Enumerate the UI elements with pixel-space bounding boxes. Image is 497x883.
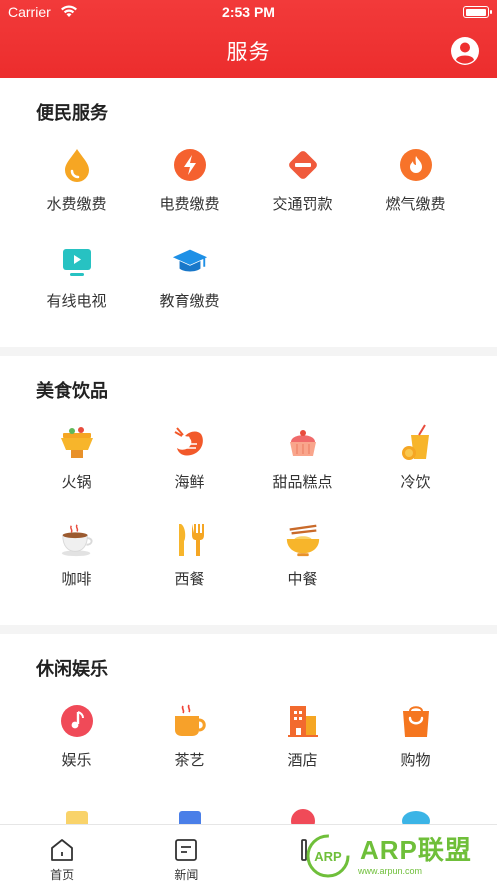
partial-icon bbox=[284, 799, 322, 824]
hotpot-icon bbox=[58, 424, 96, 462]
coffee-icon bbox=[58, 521, 96, 559]
leisure-item-partial[interactable] bbox=[359, 791, 472, 824]
item-label: 教育缴费 bbox=[159, 292, 220, 310]
leisure-entertainment[interactable]: 娱乐 bbox=[20, 694, 133, 791]
food-seafood[interactable]: 海鲜 bbox=[133, 416, 246, 513]
service-education-fee[interactable]: 教育缴费 bbox=[133, 235, 246, 332]
watermark-badge: ARP bbox=[314, 849, 342, 864]
item-label: 交通罚款 bbox=[272, 195, 333, 213]
tab-label: 新闻 bbox=[174, 868, 199, 882]
service-traffic-fine[interactable]: 交通罚款 bbox=[246, 138, 359, 235]
tv-icon bbox=[58, 243, 96, 281]
service-cable-tv[interactable]: 有线电视 bbox=[20, 235, 133, 332]
lightning-icon bbox=[171, 146, 209, 184]
service-electric-bill[interactable]: 电费缴费 bbox=[133, 138, 246, 235]
graduation-cap-icon bbox=[171, 243, 209, 281]
clock: 2:53 PM bbox=[222, 4, 275, 20]
tab-label: 首页 bbox=[50, 868, 75, 882]
partial-icon bbox=[58, 799, 96, 824]
cold-drink-icon bbox=[397, 424, 435, 462]
tea-cup-icon bbox=[171, 702, 209, 740]
hotel-icon bbox=[284, 702, 322, 740]
page-title: 服务 bbox=[226, 40, 271, 64]
watermark-url: www.arpun.com bbox=[358, 866, 423, 876]
fork-knife-icon bbox=[171, 521, 209, 559]
service-screen: { "status": { "carrier": "Carrier", "tim… bbox=[0, 0, 497, 883]
shrimp-icon bbox=[171, 424, 209, 462]
traffic-sign-icon bbox=[284, 146, 322, 184]
item-label: 电费缴费 bbox=[159, 195, 220, 213]
service-water-bill[interactable]: 水费缴费 bbox=[20, 138, 133, 235]
food-western[interactable]: 西餐 bbox=[133, 513, 246, 610]
food-coffee[interactable]: 咖啡 bbox=[20, 513, 133, 610]
section-title: 休闲娱乐 bbox=[36, 659, 108, 680]
water-drop-icon bbox=[58, 146, 96, 184]
item-label: 冷饮 bbox=[400, 473, 431, 491]
partial-icon bbox=[171, 799, 209, 824]
item-label: 酒店 bbox=[287, 751, 318, 769]
watermark-text: ARP联盟 bbox=[360, 835, 472, 865]
leisure-tea[interactable]: 茶艺 bbox=[133, 694, 246, 791]
flame-icon bbox=[397, 146, 435, 184]
item-label: 甜品糕点 bbox=[272, 473, 333, 491]
item-label: 燃气缴费 bbox=[385, 195, 446, 213]
leisure-item-partial[interactable] bbox=[20, 791, 133, 824]
tab-home[interactable]: 首页 bbox=[0, 825, 124, 883]
section-title: 便民服务 bbox=[36, 103, 108, 124]
item-label: 中餐 bbox=[287, 570, 318, 588]
item-label: 火锅 bbox=[61, 473, 92, 491]
service-content[interactable]: 便民服务 水费缴费 电费缴费 交通罚款 燃气缴费 有线电视 教育缴费 美食饮品 … bbox=[0, 78, 497, 824]
item-label: 娱乐 bbox=[61, 751, 92, 769]
item-label: 咖啡 bbox=[61, 570, 92, 588]
service-gas-bill[interactable]: 燃气缴费 bbox=[359, 138, 472, 235]
cupcake-icon bbox=[284, 424, 322, 462]
section-leisure: 休闲娱乐 娱乐 茶艺 酒店 购物 bbox=[0, 634, 497, 824]
partial-icon bbox=[397, 799, 435, 824]
tab-news[interactable]: 新闻 bbox=[124, 825, 248, 883]
food-cold-drink[interactable]: 冷饮 bbox=[359, 416, 472, 513]
battery-icon bbox=[463, 6, 492, 18]
leisure-item-partial[interactable] bbox=[133, 791, 246, 824]
item-label: 水费缴费 bbox=[46, 195, 107, 213]
home-icon bbox=[51, 839, 74, 861]
status-bar: Carrier 2:53 PM bbox=[0, 0, 497, 26]
item-label: 西餐 bbox=[174, 570, 205, 588]
food-hotpot[interactable]: 火锅 bbox=[20, 416, 133, 513]
item-label: 购物 bbox=[400, 751, 431, 769]
leisure-hotel[interactable]: 酒店 bbox=[246, 694, 359, 791]
item-label: 茶艺 bbox=[174, 751, 205, 769]
section-convenience: 便民服务 水费缴费 电费缴费 交通罚款 燃气缴费 有线电视 教育缴费 bbox=[0, 78, 497, 347]
food-chinese[interactable]: 中餐 bbox=[246, 513, 359, 610]
news-icon bbox=[175, 839, 198, 861]
leisure-shopping[interactable]: 购物 bbox=[359, 694, 472, 791]
food-dessert[interactable]: 甜品糕点 bbox=[246, 416, 359, 513]
user-profile-icon[interactable] bbox=[450, 36, 480, 66]
shopping-bag-icon bbox=[397, 702, 435, 740]
section-title: 美食饮品 bbox=[36, 381, 108, 402]
music-icon bbox=[58, 702, 96, 740]
noodle-bowl-icon bbox=[284, 521, 322, 559]
item-label: 海鲜 bbox=[174, 473, 205, 491]
section-food-drinks: 美食饮品 火锅 海鲜 甜品糕点 冷饮 咖啡 西餐 中餐 bbox=[0, 356, 497, 625]
item-label: 有线电视 bbox=[46, 292, 107, 310]
top-header: Carrier 2:53 PM 服务 bbox=[0, 0, 497, 78]
leisure-item-partial[interactable] bbox=[246, 791, 359, 824]
